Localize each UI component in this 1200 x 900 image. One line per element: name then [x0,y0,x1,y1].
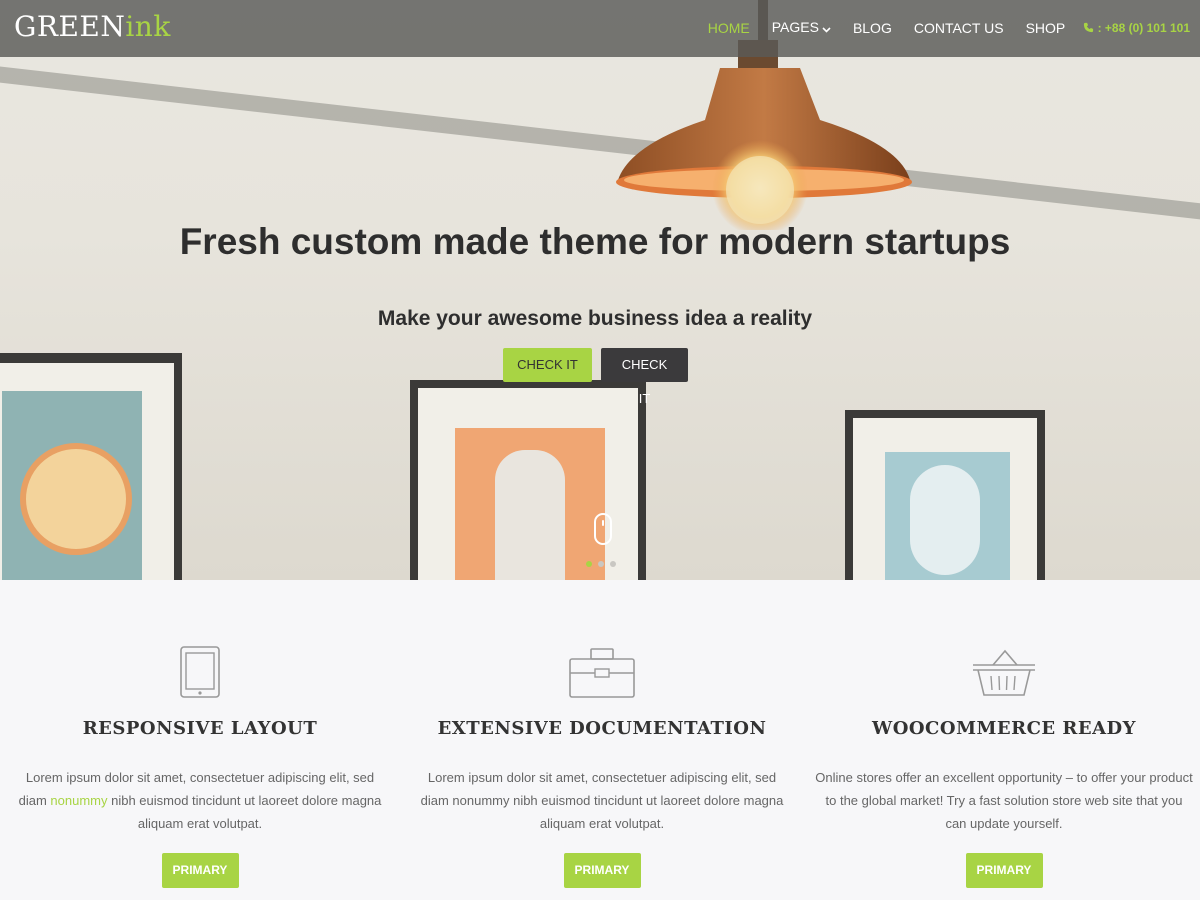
picture-frame-center [410,380,646,580]
feature-responsive: RESPONSIVE LAYOUT Lorem ipsum dolor sit … [10,580,390,888]
features-section: RESPONSIVE LAYOUT Lorem ipsum dolor sit … [0,580,1200,900]
feature-text: Lorem ipsum dolor sit amet, consectetuer… [412,766,792,835]
picture-frame-left [0,353,182,580]
hero-subtitle: Make your awesome business idea a realit… [377,307,813,330]
nav-phone[interactable]: : +88 (0) 101 101 [1083,21,1190,35]
top-navbar: GREENink HOME PAGES BLOG CONTACT US SHOP… [0,0,1200,57]
primary-button[interactable]: PRIMARY [161,853,239,888]
slider-dot-3[interactable] [610,561,616,567]
feature-text: Lorem ipsum dolor sit amet, consectetuer… [10,766,390,835]
nav-pages-label: PAGES [771,19,819,35]
hero-slider: GREENink HOME PAGES BLOG CONTACT US SHOP… [0,0,1200,580]
feature-documentation: EXTENSIVE DOCUMENTATION Lorem ipsum dolo… [412,580,792,888]
phone-icon [1084,22,1094,32]
nav-home[interactable]: HOME [708,20,750,36]
nav-contact[interactable]: CONTACT US [914,20,1004,36]
feature-title: WOOCOMMERCE READY [871,718,1137,739]
tablet-icon [165,645,235,700]
nav-pages[interactable]: PAGES [772,19,831,36]
feature-woocommerce: WOOCOMMERCE READY Online stores offer an… [814,580,1194,888]
phone-number: : +88 (0) 101 101 [1097,20,1190,35]
feature-title: RESPONSIVE LAYOUT [82,718,318,739]
feature-text: Online stores offer an excellent opportu… [814,766,1194,835]
slider-dot-2[interactable] [598,561,604,567]
hero-title: Fresh custom made theme for modern start… [179,221,1011,262]
feature-text-part: nibh euismod tincidunt ut laoreet dolore… [107,793,382,831]
nav-shop[interactable]: SHOP [1026,20,1066,36]
feature-text-part: Lorem ipsum dolor sit amet, consectetuer… [420,770,784,831]
ceiling-beam [0,62,1200,228]
hero-buttons: CHECK IT CHECK IT [503,348,688,406]
feature-text-highlight[interactable]: nonummy [50,793,107,808]
basket-icon [969,645,1039,700]
main-menu: HOME PAGES BLOG CONTACT US SHOP : +88 (0… [686,19,1190,36]
chevron-down-icon [822,20,831,36]
check-it-button-primary[interactable]: CHECK IT [503,348,592,382]
check-it-button-secondary[interactable]: CHECK IT [601,348,688,406]
picture-frame-right [845,410,1045,580]
primary-button[interactable]: PRIMARY [563,853,641,888]
logo-text-green: GREEN [14,10,126,43]
primary-button[interactable]: PRIMARY [965,853,1043,888]
feature-text-part: Online stores offer an excellent opportu… [815,770,1193,831]
nav-blog[interactable]: BLOG [853,20,892,36]
slider-pagination [586,561,616,567]
scroll-down-mouse-icon[interactable] [594,513,612,545]
feature-title: EXTENSIVE DOCUMENTATION [437,718,767,739]
slider-dot-1[interactable] [586,561,592,567]
logo-text-ink: ink [125,10,171,43]
site-logo[interactable]: GREENink [14,10,171,43]
lamp-illustration [616,40,912,230]
toolbox-icon [567,645,637,700]
